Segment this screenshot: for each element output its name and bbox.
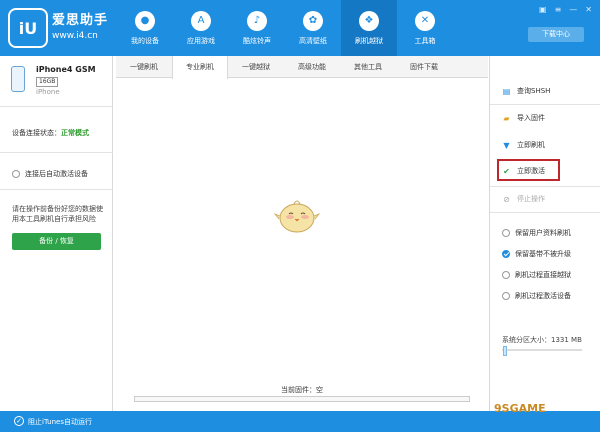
divider [490,104,600,105]
flash-tabs: 一键刷机 专业刷机 一键越狱 高级功能 其他工具 固件下载 [116,56,488,79]
main-nav: ● 我的设备 A 应用游戏 ♪ 酷炫铃声 ✿ 高清壁纸 ❖ 刷机越狱 ✕ 工具箱 [117,0,453,56]
nav-toolbox[interactable]: ✕ 工具箱 [397,0,453,56]
partition-label: 系统分区大小： [502,336,551,344]
divider [490,186,600,187]
nav-wallpapers[interactable]: ✿ 高清壁纸 [285,0,341,56]
query-shsh-label: 查询SHSH [517,87,551,95]
tools-icon: ✕ [415,10,435,31]
action-panel: ▤ 查询SHSH ▰ 导入固件 ▼ 立即刷机 ✔ 立即激活 ⊘ 停止操作 保留用… [489,56,600,411]
tab-pro-flash[interactable]: 专业刷机 [172,56,228,79]
flash-icon: ▼ [503,140,510,150]
nav-label: 我的设备 [131,36,159,45]
auto-activate-label: 连接后自动激活设备 [25,170,88,178]
stop-button[interactable]: ⊘ 停止操作 [502,194,545,204]
check-circle-icon: ✔ [503,166,510,176]
device-name: iPhone4 GSM [36,65,96,74]
tab-firmware-download[interactable]: 固件下载 [396,56,452,78]
nav-ringtones[interactable]: ♪ 酷炫铃声 [229,0,285,56]
download-center-button[interactable]: 下载中心 [528,27,584,42]
brand-name: 爱思助手 [52,13,109,28]
divider [0,152,113,153]
folder-icon: ▰ [503,113,510,123]
top-bar: iU 爱思助手 www.i4.cn ● 我的设备 A 应用游戏 ♪ 酷炫铃声 ✿… [0,0,600,56]
nav-label: 工具箱 [414,36,436,45]
activate-now-label: 立即激活 [517,167,545,175]
partition-slider-handle[interactable] [503,346,507,356]
stop-icon: ⊘ [503,194,510,204]
divider [0,106,113,107]
nav-label: 高清壁纸 [299,36,327,45]
skin-icon[interactable]: ▣ [539,5,547,14]
app-logo: iU [8,8,48,48]
partition-value: 1331 MB [551,336,582,344]
phone-icon [11,66,25,92]
brand-url: www.i4.cn [52,31,98,41]
connection-label: 设备连接状态： [12,129,61,137]
radio-icon[interactable] [502,292,510,300]
connection-status: 设备连接状态：正常模式 [12,128,89,138]
radio-icon[interactable] [502,271,510,279]
shsh-icon: ▤ [502,86,511,96]
import-firmware-label: 导入固件 [517,114,545,122]
connection-value: 正常模式 [61,129,89,137]
tab-other-tools[interactable]: 其他工具 [340,56,396,78]
divider [0,189,113,190]
firmware-area: 当前固件：空 [116,79,488,411]
mascot-chick-icon [273,200,321,233]
current-firmware-label: 当前固件：空 [281,386,323,394]
brand: 爱思助手 www.i4.cn [52,9,108,41]
flower-icon: ✿ [303,10,323,31]
tab-one-click-jailbreak[interactable]: 一键越狱 [228,56,284,78]
option-keep-data[interactable]: 保留用户资料刷机 [502,228,571,238]
stop-label: 停止操作 [517,195,545,203]
query-shsh-button[interactable]: ▤ 查询SHSH [502,86,551,96]
partition-slider-track[interactable] [502,349,582,351]
check-icon[interactable]: ✓ [14,416,24,426]
firmware-progress-bar [134,396,470,402]
window-controls: ▣ ≡ — ✕ [539,5,592,14]
menu-icon[interactable]: ≡ [555,5,562,14]
flash-now-button[interactable]: ▼ 立即刷机 [502,140,545,150]
import-firmware-button[interactable]: ▰ 导入固件 [502,113,545,123]
bell-icon: ♪ [247,10,267,31]
app-store-icon: A [191,10,211,31]
option-label: 刷机过程直接越狱 [515,271,571,279]
apple-icon: ● [135,10,155,31]
nav-label: 刷机越狱 [355,36,383,45]
flash-now-label: 立即刷机 [517,141,545,149]
block-itunes-label: 阻止iTunes自动运行 [28,418,92,426]
partition-size: 系统分区大小：1331 MB [502,335,582,345]
option-activate[interactable]: 刷机过程激活设备 [502,291,571,301]
backup-restore-button[interactable]: 备份 / 恢复 [12,233,101,250]
activate-now-button[interactable]: ✔ 立即激活 [502,166,545,176]
device-panel: iPhone4 GSM 16GB iPhone 设备连接状态：正常模式 连接后自… [0,56,113,411]
device-model: iPhone [36,88,60,96]
nav-label: 酷炫铃声 [243,36,271,45]
nav-flash-jailbreak[interactable]: ❖ 刷机越狱 [341,0,397,56]
backup-tip: 请在操作前备份好您的数据使用本工具刷机自行承担风险 [12,205,103,223]
nav-label: 应用游戏 [187,36,215,45]
option-jailbreak[interactable]: 刷机过程直接越狱 [502,270,571,280]
minimize-icon[interactable]: — [569,5,577,14]
option-label: 保留基带不被升级 [515,250,571,258]
option-keep-baseband[interactable]: 保留基带不被升级 [502,249,571,259]
nav-apps[interactable]: A 应用游戏 [173,0,229,56]
radio-checked-icon[interactable] [502,250,510,258]
close-icon[interactable]: ✕ [585,5,592,14]
nav-my-device[interactable]: ● 我的设备 [117,0,173,56]
tab-one-click-flash[interactable]: 一键刷机 [116,56,172,78]
option-label: 刷机过程激活设备 [515,292,571,300]
tab-advanced[interactable]: 高级功能 [284,56,340,78]
box-icon: ❖ [359,10,379,31]
radio-icon[interactable] [502,229,510,237]
auto-activate-option[interactable]: 连接后自动激活设备 [12,169,88,179]
site-watermark: 9SGAME [494,402,546,415]
device-capacity: 16GB [36,77,59,87]
option-label: 保留用户资料刷机 [515,229,571,237]
divider [490,212,600,213]
radio-icon[interactable] [12,170,20,178]
